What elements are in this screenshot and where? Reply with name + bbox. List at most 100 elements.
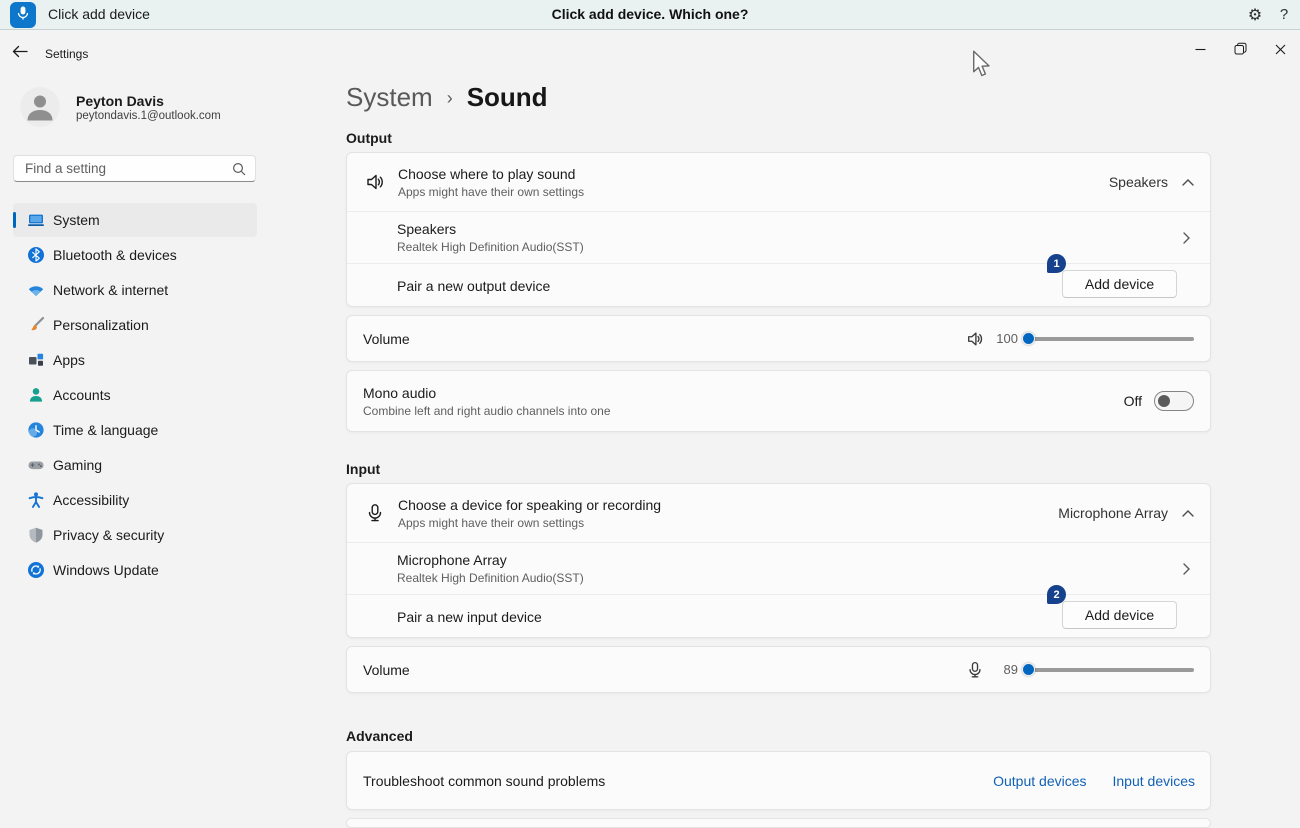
restore-button[interactable] bbox=[1225, 36, 1255, 66]
search-icon[interactable] bbox=[232, 162, 246, 181]
page-title: Sound bbox=[467, 82, 548, 113]
troubleshoot-label: Troubleshoot common sound problems bbox=[363, 773, 605, 789]
input-chooser-subtitle: Apps might have their own settings bbox=[398, 516, 661, 530]
sidebar-item-label: Windows Update bbox=[53, 562, 159, 578]
output-volume-label: Volume bbox=[363, 331, 410, 347]
gamepad-icon bbox=[27, 456, 45, 474]
restore-icon bbox=[1234, 42, 1247, 60]
accessibility-icon bbox=[27, 491, 45, 509]
breadcrumb-separator-icon: › bbox=[447, 88, 453, 109]
pair-output-label: Pair a new output device bbox=[397, 278, 550, 294]
mono-audio-subtitle: Combine left and right audio channels in… bbox=[363, 404, 611, 418]
breadcrumb-parent[interactable]: System bbox=[346, 82, 433, 113]
sidebar-item-label: System bbox=[53, 212, 100, 228]
sidebar-item-system[interactable]: System bbox=[13, 203, 257, 237]
close-button[interactable] bbox=[1265, 36, 1295, 66]
sidebar-item-label: Accounts bbox=[53, 387, 111, 403]
sidebar-item-label: Accessibility bbox=[53, 492, 129, 508]
sidebar-item-label: Personalization bbox=[53, 317, 149, 333]
input-chooser-title: Choose a device for speaking or recordin… bbox=[398, 497, 661, 513]
task-question-text: Click add device. Which one? bbox=[0, 0, 1300, 29]
sidebar-item-personalization[interactable]: Personalization bbox=[13, 308, 257, 342]
add-input-device-button[interactable]: Add device bbox=[1062, 601, 1177, 629]
user-avatar[interactable] bbox=[20, 87, 60, 127]
sidebar-item-accessibility[interactable]: Accessibility bbox=[13, 483, 257, 517]
input-devices-link[interactable]: Input devices bbox=[1113, 773, 1196, 789]
output-chooser-title: Choose where to play sound bbox=[398, 166, 584, 182]
sidebar-nav: System Bluetooth & devices Network & int… bbox=[13, 203, 257, 588]
sidebar-item-apps[interactable]: Apps bbox=[13, 343, 257, 377]
input-selected-device: Microphone Array bbox=[1058, 505, 1168, 521]
shield-icon bbox=[27, 526, 45, 544]
sidebar-item-label: Time & language bbox=[53, 422, 158, 438]
task-overlay-bar: Click add device Click add device. Which… bbox=[0, 0, 1300, 30]
input-volume-slider[interactable] bbox=[1028, 668, 1194, 672]
back-arrow-icon bbox=[12, 45, 28, 63]
input-device-description: Realtek High Definition Audio(SST) bbox=[397, 571, 584, 585]
output-selected-device: Speakers bbox=[1109, 174, 1168, 190]
bluetooth-icon bbox=[27, 246, 45, 264]
user-email: peytondavis.1@outlook.com bbox=[76, 110, 221, 122]
apps-icon bbox=[27, 351, 45, 369]
output-devices-link[interactable]: Output devices bbox=[993, 773, 1086, 789]
chevron-right-icon bbox=[1183, 232, 1190, 244]
help-icon[interactable]: ? bbox=[1274, 2, 1294, 28]
sidebar-item-label: Gaming bbox=[53, 457, 102, 473]
person-icon bbox=[27, 386, 45, 404]
speaker-icon bbox=[365, 172, 385, 192]
input-device-name: Microphone Array bbox=[397, 552, 584, 568]
clock-icon bbox=[27, 421, 45, 439]
output-volume-value: 100 bbox=[994, 331, 1018, 346]
mono-audio-title: Mono audio bbox=[363, 385, 611, 401]
window-title: Settings bbox=[45, 47, 88, 61]
user-name: Peyton Davis bbox=[76, 93, 164, 109]
sidebar-item-time-language[interactable]: Time & language bbox=[13, 413, 257, 447]
system-icon bbox=[27, 211, 45, 229]
chevron-up-icon bbox=[1182, 510, 1194, 517]
advanced-section-label: Advanced bbox=[346, 728, 413, 744]
output-section-label: Output bbox=[346, 130, 392, 146]
input-chooser-row[interactable]: Choose a device for speaking or recordin… bbox=[347, 484, 1210, 542]
toggle-knob bbox=[1158, 395, 1170, 407]
gear-icon[interactable]: ⚙ bbox=[1243, 2, 1267, 28]
sidebar-item-accounts[interactable]: Accounts bbox=[13, 378, 257, 412]
mono-audio-card: Mono audio Combine left and right audio … bbox=[346, 370, 1211, 432]
search-input[interactable] bbox=[14, 156, 219, 181]
output-chooser-subtitle: Apps might have their own settings bbox=[398, 185, 584, 199]
search-box bbox=[13, 155, 256, 182]
pair-input-label: Pair a new input device bbox=[397, 609, 542, 625]
speaker-icon bbox=[966, 330, 984, 348]
sidebar-item-windows-update[interactable]: Windows Update bbox=[13, 553, 257, 587]
output-device-row[interactable]: Speakers Realtek High Definition Audio(S… bbox=[347, 211, 1210, 263]
troubleshoot-card: Troubleshoot common sound problems Outpu… bbox=[346, 751, 1211, 810]
slider-thumb[interactable] bbox=[1022, 663, 1035, 676]
microphone-icon bbox=[365, 503, 385, 523]
chevron-right-icon bbox=[1183, 563, 1190, 575]
minimize-button[interactable] bbox=[1185, 36, 1215, 66]
output-chooser-row[interactable]: Choose where to play sound Apps might ha… bbox=[347, 153, 1210, 211]
input-volume-card: Volume 89 bbox=[346, 646, 1211, 693]
selected-indicator bbox=[13, 212, 16, 228]
sidebar-item-network-internet[interactable]: Network & internet bbox=[13, 273, 257, 307]
slider-thumb[interactable] bbox=[1022, 332, 1035, 345]
sidebar-item-label: Network & internet bbox=[53, 282, 168, 298]
input-volume-label: Volume bbox=[363, 662, 410, 678]
close-icon bbox=[1275, 42, 1286, 60]
input-volume-value: 89 bbox=[994, 662, 1018, 677]
update-icon bbox=[27, 561, 45, 579]
sidebar-item-bluetooth-devices[interactable]: Bluetooth & devices bbox=[13, 238, 257, 272]
input-device-card: Choose a device for speaking or recordin… bbox=[346, 483, 1211, 638]
input-device-row[interactable]: Microphone Array Realtek High Definition… bbox=[347, 542, 1210, 594]
wifi-icon bbox=[27, 281, 45, 299]
output-volume-card: Volume 100 bbox=[346, 315, 1211, 362]
breadcrumb: System › Sound bbox=[346, 82, 548, 113]
add-output-device-button[interactable]: Add device bbox=[1062, 270, 1177, 298]
sidebar-item-gaming[interactable]: Gaming bbox=[13, 448, 257, 482]
mono-audio-toggle[interactable] bbox=[1154, 391, 1194, 411]
tutorial-step-badge: 1 bbox=[1047, 254, 1066, 273]
output-volume-slider[interactable] bbox=[1028, 337, 1194, 341]
mouse-cursor bbox=[972, 50, 991, 83]
chevron-up-icon bbox=[1182, 179, 1194, 186]
sidebar-item-privacy-security[interactable]: Privacy & security bbox=[13, 518, 257, 552]
back-button[interactable] bbox=[12, 45, 34, 63]
